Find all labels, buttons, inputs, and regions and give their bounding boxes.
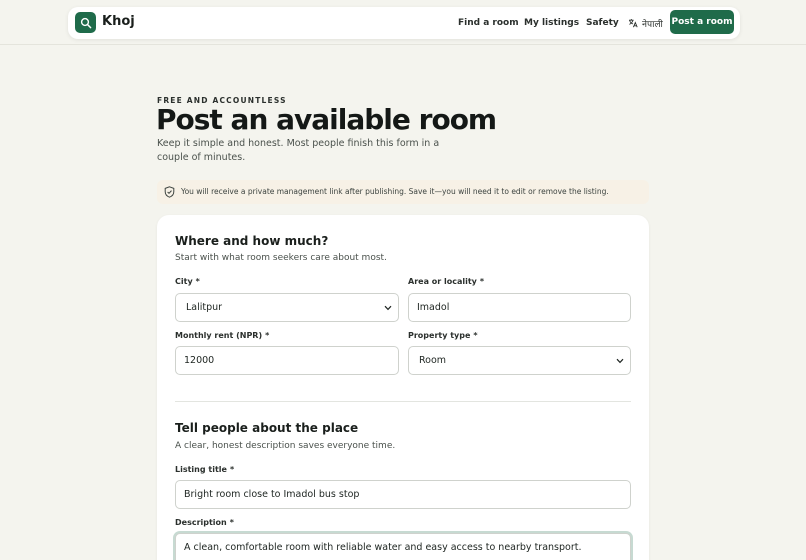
property-type-select[interactable]: Room: [408, 346, 631, 375]
chevron-down-icon: [616, 358, 624, 364]
brand-name[interactable]: Khoj: [102, 14, 135, 30]
logo[interactable]: [75, 12, 96, 33]
listing-title-label: Listing title *: [175, 465, 235, 474]
listing-title-input[interactable]: Bright room close to Imadol bus stop: [175, 480, 631, 509]
area-input[interactable]: Imadol: [408, 293, 631, 322]
shield-check-icon: [164, 186, 175, 198]
area-label: Area or locality *: [408, 277, 485, 286]
section-divider: [175, 401, 631, 402]
rent-label: Monthly rent (NPR) *: [175, 331, 270, 340]
nav-safety[interactable]: Safety: [586, 17, 619, 29]
post-room-button[interactable]: Post a room: [670, 10, 734, 34]
notice-text: You will receive a private management li…: [181, 187, 609, 196]
section-location-subtitle: Start with what room seekers care about …: [175, 253, 387, 263]
description-label: Description *: [175, 518, 234, 527]
listing-form-card: Where and how much? Start with what room…: [157, 215, 649, 560]
page-title: Post an available room: [156, 103, 497, 136]
navbar: Khoj Find a room My listings Safety नेपा…: [68, 7, 740, 39]
city-select[interactable]: Lalitpur: [175, 293, 399, 322]
section-location-title: Where and how much?: [175, 234, 329, 248]
management-link-notice: You will receive a private management li…: [157, 180, 649, 204]
search-icon: [80, 17, 91, 28]
intro-text: Keep it simple and honest. Most people f…: [157, 138, 440, 163]
property-type-value: Room: [419, 355, 447, 366]
property-type-label: Property type *: [408, 331, 478, 340]
section-details-title: Tell people about the place: [175, 421, 359, 435]
language-label: नेपाली: [642, 19, 663, 30]
language-switcher[interactable]: नेपाली: [628, 16, 663, 30]
chevron-down-icon: [384, 305, 392, 311]
description-textarea[interactable]: A clean, comfortable room with reliable …: [175, 533, 631, 560]
section-details-subtitle: A clear, honest description saves everyo…: [175, 441, 396, 451]
city-label: City *: [175, 277, 200, 286]
nav-my-listings[interactable]: My listings: [524, 17, 579, 29]
translate-icon: [629, 19, 638, 28]
city-select-value: Lalitpur: [186, 302, 223, 313]
nav-find-room[interactable]: Find a room: [458, 17, 519, 29]
rent-input[interactable]: 12000: [175, 346, 399, 375]
